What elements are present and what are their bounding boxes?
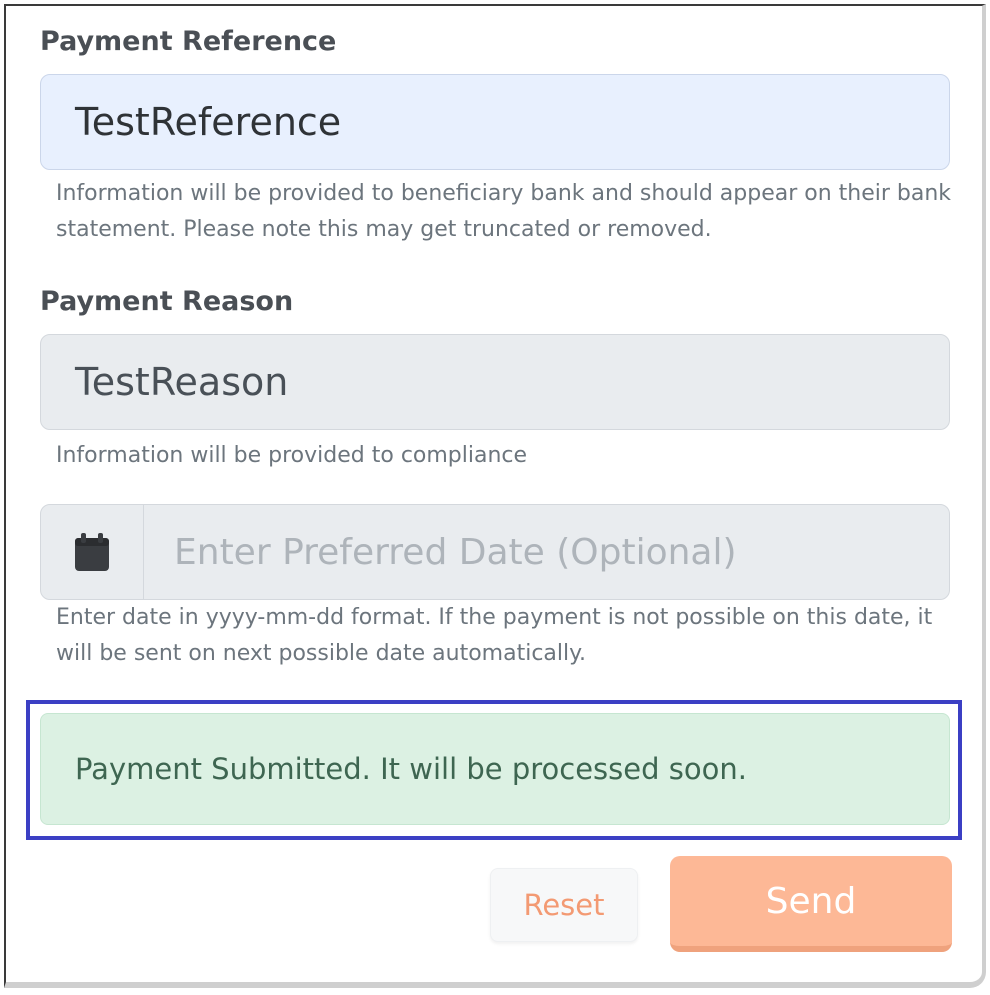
payment-reason-label: Payment Reason xyxy=(40,286,294,317)
payment-reference-help: Information will be provided to benefici… xyxy=(56,181,952,242)
send-button[interactable]: Send xyxy=(670,856,952,952)
payment-reason-input[interactable]: TestReason xyxy=(40,334,950,430)
payment-reason-help: Information will be provided to complian… xyxy=(56,443,528,468)
preferred-date-group xyxy=(40,504,950,600)
preferred-date-help: Enter date in yyyy-mm-dd format. If the … xyxy=(56,605,933,666)
calendar-icon[interactable] xyxy=(41,505,144,599)
reset-button[interactable]: Reset xyxy=(490,868,638,942)
preferred-date-input[interactable] xyxy=(144,505,949,599)
payment-reference-input[interactable]: TestReference xyxy=(40,74,950,170)
alert-highlight-box xyxy=(26,700,962,840)
payment-reference-label: Payment Reference xyxy=(40,26,337,57)
